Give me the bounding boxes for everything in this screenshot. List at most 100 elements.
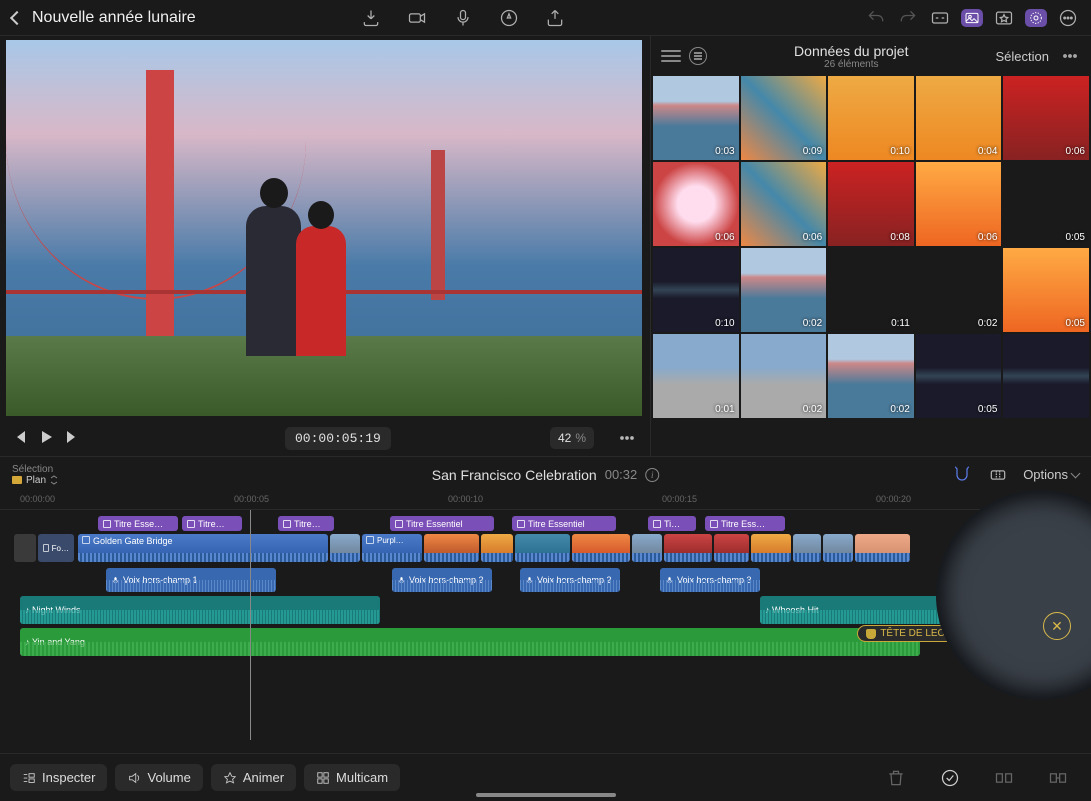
disabled-clip[interactable] <box>14 534 36 562</box>
timeline-ruler[interactable]: 00:00:0000:00:0500:00:1000:00:1500:00:20 <box>0 492 1091 510</box>
media-thumb[interactable]: 0:06 <box>916 162 1002 246</box>
video-clip[interactable] <box>855 534 910 562</box>
plan-selector[interactable]: Plan <box>12 475 58 486</box>
title-clip[interactable]: Titre Essentiel <box>390 516 494 531</box>
media-thumb[interactable]: 0:02 <box>741 334 827 418</box>
info-icon[interactable]: i <box>645 468 659 482</box>
snapping-icon[interactable] <box>987 466 1009 484</box>
media-thumb[interactable]: 0:09 <box>741 76 827 160</box>
video-clip[interactable] <box>572 534 630 562</box>
video-clip[interactable] <box>515 534 570 562</box>
video-clip[interactable] <box>632 534 662 562</box>
timeline-body[interactable]: Titre Esse… Titre… Titre… Titre Essentiel Ti… <box>0 510 1091 740</box>
media-thumb[interactable]: 0:10 <box>653 248 739 332</box>
filter-icon[interactable] <box>689 47 707 65</box>
video-clip-purple[interactable]: Purpl… <box>362 534 422 562</box>
trash-icon[interactable] <box>883 765 909 791</box>
title-clip[interactable]: Ti… <box>648 516 696 531</box>
media-thumb[interactable]: 0:05 <box>1003 162 1089 246</box>
zoom-display[interactable]: 42 % <box>550 427 594 449</box>
multicam-button[interactable]: Multicam <box>304 764 400 791</box>
options-button[interactable]: Options <box>1023 467 1079 482</box>
viewer-canvas[interactable] <box>6 40 642 416</box>
next-icon[interactable] <box>64 429 80 448</box>
playhead[interactable] <box>250 510 251 740</box>
animate-button[interactable]: Animer <box>211 764 296 791</box>
media-thumb[interactable]: 0:03 <box>653 76 739 160</box>
media-thumb[interactable]: 0:10 <box>828 76 914 160</box>
ruler-tick: 00:00:10 <box>448 494 483 504</box>
home-indicator[interactable] <box>476 793 616 797</box>
play-icon[interactable] <box>38 429 54 448</box>
media-thumb[interactable]: 0:02 <box>828 334 914 418</box>
media-thumb[interactable]: 0:06 <box>1003 76 1089 160</box>
undo-icon[interactable] <box>865 9 887 27</box>
thumb-duration: 0:06 <box>978 232 997 243</box>
mic-icon[interactable] <box>452 9 474 27</box>
redo-icon[interactable] <box>897 9 919 27</box>
title-clip[interactable]: Titre Essentiel <box>512 516 616 531</box>
video-clip[interactable] <box>481 534 513 562</box>
browser-more-icon[interactable] <box>1059 47 1081 65</box>
title-clip[interactable]: Titre Esse… <box>98 516 178 531</box>
inspect-button[interactable]: Inspecter <box>10 764 107 791</box>
thumb-duration: 0:03 <box>715 146 734 157</box>
background-icon[interactable] <box>1025 9 1047 27</box>
media-thumb[interactable]: 0:06 <box>653 162 739 246</box>
music-clip[interactable]: ♪ Yin and Yang <box>20 628 920 656</box>
video-clip[interactable] <box>793 534 821 562</box>
video-clip[interactable] <box>424 534 479 562</box>
media-thumb[interactable]: 0:02 <box>741 248 827 332</box>
voiceover-clip[interactable]: Voix hors-champ 3 <box>660 568 760 592</box>
voiceover-clip[interactable]: Voix hors-champ 2 <box>392 568 492 592</box>
plan-label: Plan <box>26 475 46 486</box>
media-thumb[interactable]: 0:02 <box>916 248 1002 332</box>
inspect-label: Inspecter <box>42 770 95 785</box>
prev-icon[interactable] <box>12 429 28 448</box>
shield-icon <box>866 629 876 639</box>
media-thumb[interactable]: 0:08 <box>828 162 914 246</box>
split-icon[interactable] <box>991 765 1017 791</box>
video-clip[interactable] <box>751 534 791 562</box>
media-thumb[interactable]: 0:01 <box>653 334 739 418</box>
import-icon[interactable] <box>360 9 382 27</box>
video-clip-main[interactable]: Golden Gate Bridge <box>78 534 328 562</box>
video-clip[interactable] <box>714 534 749 562</box>
checkmark-icon[interactable] <box>937 765 963 791</box>
back-button[interactable]: Nouvelle année lunaire <box>12 9 196 27</box>
title-clip[interactable]: Titre Ess… <box>705 516 785 531</box>
arrange-icon[interactable] <box>1045 765 1071 791</box>
picture-icon[interactable] <box>961 9 983 27</box>
share-icon[interactable] <box>544 9 566 27</box>
volume-button[interactable]: Volume <box>115 764 202 791</box>
video-clip[interactable] <box>664 534 712 562</box>
bottom-toolbar: Inspecter Volume Animer Multicam <box>0 753 1091 801</box>
video-clip[interactable] <box>823 534 853 562</box>
captions-icon[interactable] <box>929 9 951 27</box>
viewer-more-icon[interactable] <box>616 429 638 447</box>
title-clip[interactable]: Titre… <box>182 516 242 531</box>
marker-icon[interactable] <box>498 9 520 27</box>
sidebar-toggle-icon[interactable] <box>661 48 681 64</box>
media-thumb[interactable]: 0:06 <box>741 162 827 246</box>
media-thumb[interactable]: 0:05 <box>1003 248 1089 332</box>
sfx-clip[interactable]: ♪ Night Winds <box>20 596 380 624</box>
video-clip[interactable] <box>330 534 360 562</box>
thumb-duration: 0:06 <box>715 232 734 243</box>
media-thumb[interactable]: 0:11 <box>828 248 914 332</box>
browser-select-button[interactable]: Sélection <box>996 49 1049 64</box>
camera-icon[interactable] <box>406 9 428 27</box>
title-clip[interactable]: Titre… <box>278 516 334 531</box>
project-title: Nouvelle année lunaire <box>32 9 196 27</box>
fo-clip[interactable]: Fo… <box>38 534 74 562</box>
jog-close-button[interactable]: ✕ <box>1043 612 1071 640</box>
media-thumb[interactable]: 0:05 <box>916 334 1002 418</box>
thumb-duration: 0:04 <box>978 146 997 157</box>
magnetic-icon[interactable] <box>951 466 973 484</box>
timecode-display[interactable]: 00:00:05:19 <box>285 427 391 450</box>
more-icon[interactable] <box>1057 9 1079 27</box>
effects-icon[interactable] <box>993 9 1015 27</box>
media-thumb[interactable]: 0:04 <box>916 76 1002 160</box>
media-thumb[interactable] <box>1003 334 1089 418</box>
voiceover-clip[interactable]: Voix hors-champ 2 <box>520 568 620 592</box>
